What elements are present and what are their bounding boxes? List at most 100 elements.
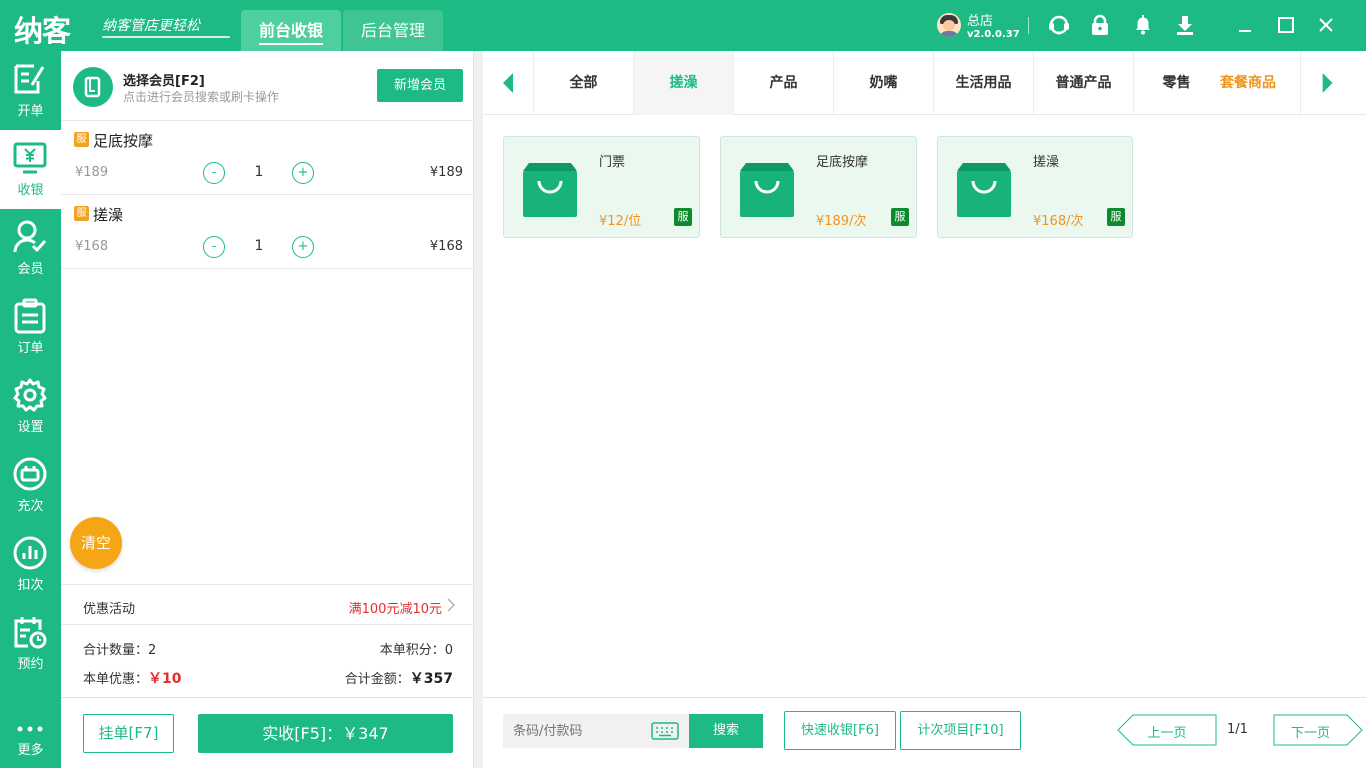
hang-order-button[interactable]: 挂单[F7] [83, 714, 174, 753]
service-badge: 服 [891, 208, 909, 226]
app-version: v2.0.0.37 [967, 29, 1020, 40]
total-count: 合计数量：2 [83, 639, 156, 658]
clear-cart-button[interactable]: 清空 [70, 517, 122, 569]
product-price: ¥189/次 [816, 214, 867, 229]
count-item-button[interactable]: 计次项目[F10] [900, 711, 1021, 750]
order-points-value: 0 [444, 643, 453, 658]
sidebar-item-open-order[interactable]: 开单 [0, 51, 61, 130]
cart-item-price: ¥168 [75, 239, 109, 254]
total-count-label: 合计数量： [83, 643, 149, 658]
cart-item-quantity[interactable]: 1 [249, 164, 269, 180]
recharge-icon [13, 457, 47, 491]
product-price: ¥168/次 [1033, 214, 1084, 229]
service-badge: 服 [1107, 208, 1125, 226]
category-tab-package[interactable]: 套餐商品 [1220, 51, 1300, 115]
cart-item-total: ¥189 [429, 165, 463, 180]
product-footer: 搜索 快速收银[F6] 计次项目[F10] 上一页 1/1 下一页 [483, 697, 1366, 768]
sidebar-item-member[interactable]: 会员 [0, 209, 61, 288]
sidebar-item-orders[interactable]: 订单 [0, 288, 61, 367]
app-logo: 纳客 [14, 14, 71, 48]
service-badge: 服 [74, 206, 89, 221]
sidebar-item-recharge[interactable]: 充次 [0, 446, 61, 525]
product-name: 搓澡 [1033, 155, 1060, 170]
lock-icon[interactable] [1088, 13, 1112, 37]
category-tab-pacifier[interactable]: 奶嘴 [833, 51, 933, 115]
category-tab-daily-goods[interactable]: 生活用品 [933, 51, 1033, 115]
prev-page-button[interactable]: 上一页 [1117, 714, 1217, 746]
app-slogan: 纳客管店更轻松 [102, 18, 200, 34]
decrease-quantity-button[interactable]: - [203, 236, 225, 258]
divider [61, 268, 474, 269]
next-page-label: 下一页 [1290, 726, 1330, 741]
chevron-right-icon[interactable] [447, 598, 455, 612]
maximize-icon[interactable] [1274, 13, 1298, 37]
order-points: 本单积分：0 [380, 639, 453, 658]
promo-label: 优惠活动 [83, 602, 136, 617]
tab-front-cashier-label: 前台收银 [258, 21, 323, 45]
category-tab-all[interactable]: 全部 [533, 51, 633, 115]
product-card[interactable]: 搓澡 ¥168/次 服 [937, 136, 1133, 238]
sidebar-item-label: 订单 [17, 341, 44, 356]
download-icon[interactable] [1173, 13, 1197, 37]
close-icon[interactable] [1314, 13, 1338, 37]
shopping-bag-icon [740, 163, 794, 217]
select-member-title[interactable]: 选择会员[F2] [123, 70, 205, 89]
more-dots-icon [17, 726, 43, 732]
sidebar-item-booking[interactable]: 预约 [0, 604, 61, 683]
divider [1028, 17, 1029, 34]
minimize-icon[interactable] [1233, 13, 1257, 37]
increase-quantity-button[interactable]: + [292, 236, 314, 258]
category-bar: 全部 搓澡 产品 奶嘴 生活用品 普通产品 零售 套餐商品 [483, 51, 1366, 115]
gear-icon [13, 378, 47, 412]
quick-cashier-button[interactable]: 快速收银[F6] [784, 711, 896, 750]
sidebar-item-cashier[interactable]: 收银 [0, 130, 61, 209]
tab-backend-admin[interactable]: 后台管理 [343, 10, 443, 51]
product-name: 足底按摩 [816, 155, 869, 170]
service-badge: 服 [674, 208, 692, 226]
sidebar-item-more[interactable]: 更多 [0, 689, 61, 768]
prev-page-label: 上一页 [1147, 726, 1187, 741]
sidebar-item-label: 充次 [17, 499, 44, 514]
category-tab-retail[interactable]: 零售 [1133, 51, 1219, 115]
shopping-bag-icon [957, 163, 1011, 217]
member-select-icon[interactable] [73, 67, 113, 107]
keyboard-icon[interactable] [651, 722, 679, 740]
user-avatar[interactable] [937, 13, 961, 37]
product-card[interactable]: 足底按摩 ¥189/次 服 [720, 136, 917, 238]
tab-front-cashier[interactable]: 前台收银 [241, 10, 341, 51]
cart-item-name: 足底按摩 [93, 132, 154, 150]
product-price: ¥12/位 [599, 214, 642, 229]
promo-value[interactable]: 满100元减10元 [349, 598, 442, 617]
category-next-icon[interactable] [1300, 51, 1366, 115]
notification-bell-icon[interactable] [1131, 13, 1155, 37]
sidebar-item-settings[interactable]: 设置 [0, 367, 61, 446]
category-prev-icon[interactable] [483, 51, 533, 115]
search-button[interactable]: 搜索 [689, 714, 763, 748]
increase-quantity-button[interactable]: + [292, 162, 314, 184]
page-indicator: 1/1 [1227, 722, 1248, 737]
deduct-chart-icon [13, 536, 47, 570]
decrease-quantity-button[interactable]: - [203, 162, 225, 184]
order-total-value: ￥357 [409, 671, 453, 687]
cart-item-price: ¥189 [75, 165, 109, 180]
sidebar: 开单 收银 会员 订单 设置 充次 扣次 预约 更多 [0, 51, 61, 768]
category-tab-regular-product[interactable]: 普通产品 [1033, 51, 1133, 115]
add-member-button[interactable]: 新增会员 [377, 69, 463, 102]
sidebar-item-label: 设置 [17, 420, 44, 435]
cart-footer: 挂单[F7] 实收[F5]：￥347 [61, 697, 474, 768]
sidebar-item-label: 扣次 [17, 578, 44, 593]
cart-panel: 选择会员[F2] 点击进行会员搜索或刷卡操作 新增会员 服 足底按摩 ¥189 … [61, 51, 474, 768]
order-total: 合计金额：￥357 [345, 668, 453, 688]
checkout-button[interactable]: 实收[F5]：￥347 [198, 714, 453, 753]
cart-item-total: ¥168 [429, 239, 463, 254]
store-name[interactable]: 总店 [967, 10, 993, 29]
next-page-button[interactable]: 下一页 [1273, 714, 1366, 746]
sidebar-item-deduct[interactable]: 扣次 [0, 525, 61, 604]
category-tab-scrub[interactable]: 搓澡 [633, 51, 733, 115]
customer-service-icon[interactable] [1047, 13, 1071, 37]
total-count-value: 2 [148, 643, 157, 658]
divider [61, 624, 474, 625]
category-tab-product[interactable]: 产品 [733, 51, 833, 115]
cart-item-quantity[interactable]: 1 [249, 238, 269, 254]
product-card[interactable]: 门票 ¥12/位 服 [503, 136, 700, 238]
